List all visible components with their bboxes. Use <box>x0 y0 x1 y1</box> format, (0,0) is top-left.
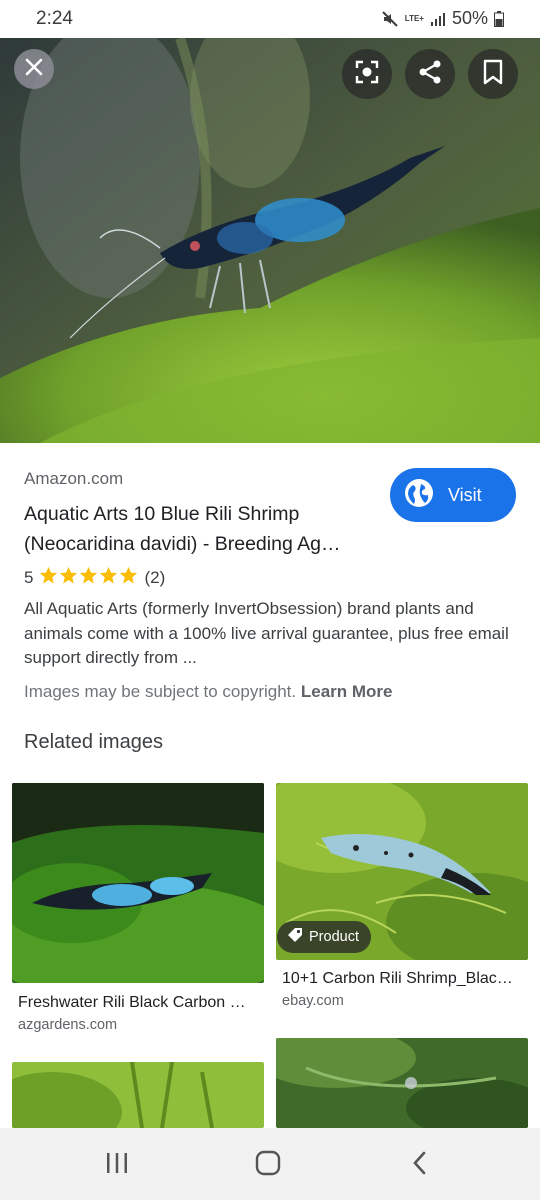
share-icon <box>417 59 443 90</box>
visit-button[interactable]: Visit <box>390 468 516 522</box>
back-button[interactable] <box>405 1150 435 1180</box>
learn-more-link[interactable]: Learn More <box>301 682 393 701</box>
rating-value: 5 <box>24 568 34 587</box>
related-image-3[interactable] <box>12 1062 264 1128</box>
hero-image[interactable] <box>0 38 540 443</box>
mute-icon <box>381 10 399 28</box>
shrimp-photo <box>0 38 540 443</box>
result-title[interactable]: Aquatic Arts 10 Blue Rili Shrimp (Neocar… <box>24 499 374 559</box>
related-caption-1[interactable]: Freshwater Rili Black Carbon … <box>18 994 256 1012</box>
close-icon <box>25 58 43 81</box>
status-icons: LTE+ 50% <box>381 8 504 29</box>
status-bar: 2:24 LTE+ 50% <box>0 0 540 38</box>
rating-count: (2) <box>144 568 166 587</box>
related-images-heading: Related images <box>24 731 163 753</box>
home-button[interactable] <box>253 1150 283 1180</box>
related-shrimp-photo <box>276 1038 528 1128</box>
status-time: 2:24 <box>36 8 73 29</box>
related-shrimp-photo <box>12 783 264 983</box>
tag-icon <box>287 927 303 947</box>
star-icon <box>99 566 118 590</box>
google-lens-icon <box>354 59 380 90</box>
signal-icon <box>430 11 446 27</box>
google-lens-button[interactable] <box>342 49 392 99</box>
share-button[interactable] <box>405 49 455 99</box>
rating-row: 5 (2) <box>24 566 165 590</box>
copyright-text: Images may be subject to copyright. <box>24 682 297 701</box>
globe-icon <box>404 478 434 513</box>
related-image-4[interactable] <box>276 1038 528 1128</box>
star-icon <box>119 566 138 590</box>
product-badge-label: Product <box>309 929 359 945</box>
star-icon <box>59 566 78 590</box>
product-badge: Product <box>277 921 371 953</box>
star-icon <box>39 566 58 590</box>
copyright-notice: Images may be subject to copyright. Lear… <box>24 682 393 702</box>
related-shrimp-photo <box>12 1062 264 1128</box>
result-description: All Aquatic Arts (formerly InvertObsessi… <box>24 599 509 667</box>
save-button[interactable] <box>468 49 518 99</box>
related-caption-2[interactable]: 10+1 Carbon Rili Shrimp_Blac… <box>282 970 520 988</box>
recent-apps-button[interactable] <box>102 1150 132 1180</box>
recent-apps-icon <box>104 1151 130 1180</box>
home-icon <box>255 1150 281 1181</box>
related-image-1[interactable] <box>12 783 264 983</box>
system-navigation-bar <box>0 1128 540 1200</box>
related-domain-1: azgardens.com <box>18 1017 118 1033</box>
bookmark-icon <box>482 59 504 90</box>
network-type: LTE+ <box>404 13 424 23</box>
battery-icon <box>494 10 504 27</box>
related-domain-2: ebay.com <box>282 993 344 1009</box>
result-source[interactable]: Amazon.com <box>24 469 123 489</box>
visit-label: Visit <box>448 484 482 505</box>
rating-stars <box>39 566 138 590</box>
star-icon <box>79 566 98 590</box>
close-button[interactable] <box>14 49 54 89</box>
battery-percent: 50% <box>451 8 488 28</box>
back-icon <box>410 1150 430 1181</box>
